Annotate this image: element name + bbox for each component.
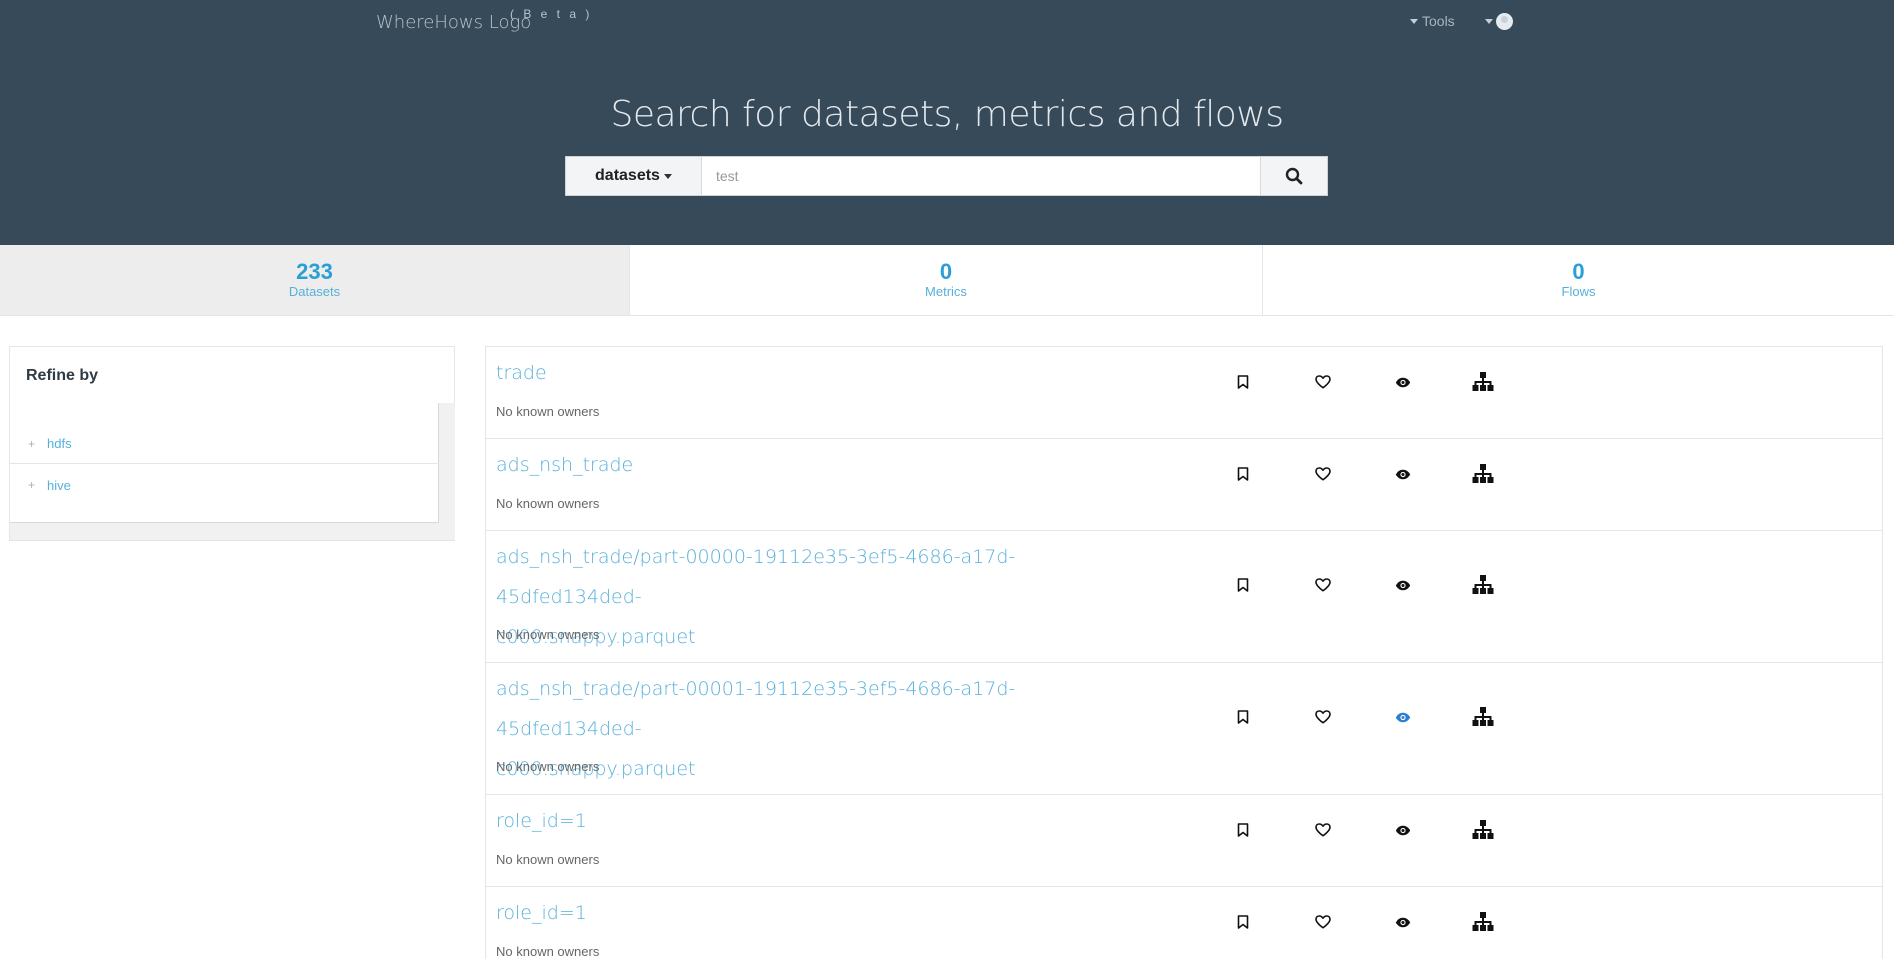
list-item: ads_nsh_trade No known owners — [486, 439, 1882, 531]
bookmark-icon[interactable] — [1231, 462, 1255, 486]
refine-panel: Refine by + hdfs + hive — [9, 346, 455, 541]
beta-label: ( B e t a ) — [510, 7, 593, 21]
hero-title: Search for datasets, metrics and flows — [610, 94, 1284, 135]
row-actions — [486, 531, 1882, 662]
tools-label: Tools — [1422, 13, 1455, 29]
sitemap-icon[interactable] — [1471, 910, 1495, 934]
bookmark-icon[interactable] — [1231, 573, 1255, 597]
row-actions — [486, 439, 1882, 530]
tab-metrics[interactable]: 0 Metrics — [630, 245, 1263, 315]
search-bar: datasets — [565, 156, 1328, 196]
eye-icon[interactable] — [1391, 910, 1415, 934]
sitemap-icon[interactable] — [1471, 462, 1495, 486]
search-type-dropdown[interactable]: datasets — [566, 157, 702, 195]
refine-horizontal-scrollbar[interactable] — [10, 523, 439, 540]
heart-icon[interactable] — [1311, 818, 1335, 842]
eye-icon[interactable] — [1391, 573, 1415, 597]
datasets-count: 233 — [296, 259, 333, 284]
bookmark-icon[interactable] — [1231, 910, 1255, 934]
refine-item-hdfs[interactable]: + hdfs — [10, 424, 439, 464]
heart-icon[interactable] — [1311, 705, 1335, 729]
list-item: role_id=1 No known owners — [486, 887, 1882, 959]
eye-icon[interactable] — [1391, 462, 1415, 486]
app-logo[interactable]: WhereHows Logo — [376, 12, 531, 33]
list-item: ads_nsh_trade/part-00000-19112e35-3ef5-4… — [486, 531, 1882, 663]
results-list: trade No known owners ads_nsh_trade No k… — [485, 346, 1883, 959]
search-type-label: datasets — [595, 167, 660, 184]
heart-icon[interactable] — [1311, 370, 1335, 394]
metrics-count: 0 — [939, 259, 953, 284]
plus-icon: + — [28, 478, 36, 492]
row-actions — [486, 887, 1882, 959]
eye-icon[interactable] — [1391, 818, 1415, 842]
bookmark-icon[interactable] — [1231, 370, 1255, 394]
search-icon — [1285, 167, 1303, 185]
metrics-label: Metrics — [925, 284, 967, 299]
caret-down-icon — [1410, 18, 1418, 24]
search-input[interactable] — [702, 157, 1260, 195]
bookmark-icon[interactable] — [1231, 818, 1255, 842]
refine-item-hive[interactable]: + hive — [10, 465, 439, 505]
refine-item-label: hdfs — [47, 436, 72, 451]
top-header: WhereHows Logo ( B e t a ) Tools Search … — [0, 0, 1894, 245]
tab-datasets[interactable]: 233 Datasets — [0, 245, 630, 315]
bookmark-icon[interactable] — [1231, 705, 1255, 729]
refine-item-label: hive — [47, 477, 71, 493]
user-menu[interactable] — [1485, 13, 1513, 30]
search-button[interactable] — [1260, 157, 1327, 195]
sitemap-icon[interactable] — [1471, 818, 1495, 842]
heart-icon[interactable] — [1311, 573, 1335, 597]
caret-down-icon — [663, 173, 672, 179]
refine-title: Refine by — [26, 367, 99, 384]
list-item: trade No known owners — [486, 347, 1882, 439]
list-item: ads_nsh_trade/part-00001-19112e35-3ef5-4… — [486, 663, 1882, 795]
list-item: role_id=1 No known owners — [486, 795, 1882, 887]
result-count-tabs: 233 Datasets 0 Metrics 0 Flows — [0, 245, 1894, 316]
flows-count: 0 — [1572, 259, 1585, 284]
caret-down-icon — [1485, 19, 1493, 24]
avatar — [1496, 13, 1513, 30]
sitemap-icon[interactable] — [1471, 370, 1495, 394]
heart-icon[interactable] — [1311, 462, 1335, 486]
flows-label: Flows — [1561, 284, 1596, 299]
sitemap-icon[interactable] — [1471, 573, 1495, 597]
row-actions — [486, 663, 1882, 794]
tools-menu[interactable]: Tools — [1410, 13, 1455, 29]
sitemap-icon[interactable] — [1471, 705, 1495, 729]
row-actions — [486, 347, 1882, 438]
eye-icon[interactable] — [1391, 705, 1415, 729]
heart-icon[interactable] — [1311, 910, 1335, 934]
refine-list: + hdfs + hive — [10, 403, 439, 523]
eye-icon[interactable] — [1391, 370, 1415, 394]
plus-icon: + — [28, 436, 36, 451]
row-actions — [486, 795, 1882, 886]
refine-scrollbar[interactable] — [439, 403, 455, 540]
tab-flows[interactable]: 0 Flows — [1263, 245, 1894, 315]
datasets-label: Datasets — [288, 284, 341, 299]
